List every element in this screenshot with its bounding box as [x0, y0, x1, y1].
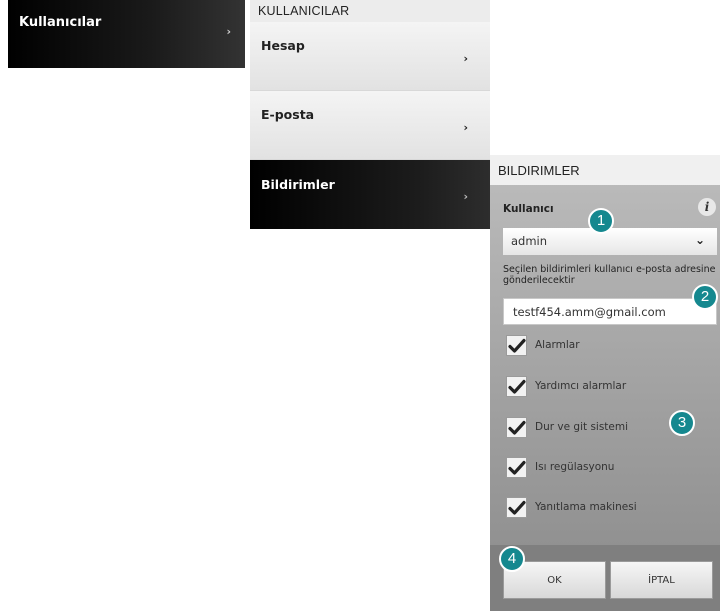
chevron-right-icon: ›: [463, 190, 468, 203]
checkbox[interactable]: [506, 457, 527, 478]
users-item-hesap[interactable]: Hesap ›: [250, 22, 490, 91]
panel-title: KULLANICILAR: [250, 0, 490, 22]
users-item-label: E-posta: [261, 107, 315, 122]
checkbox[interactable]: [506, 497, 527, 518]
checkmark-icon: [508, 460, 526, 475]
option-label: Alarmlar: [535, 339, 580, 351]
option-label: Yanıtlama makinesi: [535, 501, 637, 513]
callout-badge: 4: [499, 546, 525, 572]
panel-title: BILDIRIMLER: [490, 155, 720, 185]
users-item-eposta[interactable]: E-posta ›: [250, 91, 490, 160]
checkbox[interactable]: [506, 417, 527, 438]
checkmark-icon: [508, 338, 526, 353]
chevron-down-icon: ⌄: [694, 233, 705, 247]
users-item-label: Hesap: [261, 38, 305, 53]
users-panel: KULLANICILAR Hesap › E-posta › Bildiriml…: [250, 0, 490, 229]
callout-badge: 2: [692, 284, 718, 310]
checkmark-icon: [508, 500, 526, 515]
user-select[interactable]: admin ⌄: [503, 228, 717, 255]
users-item-bildirimler[interactable]: Bildirimler ›: [250, 160, 490, 229]
email-field[interactable]: testf454.amm@gmail.com: [503, 298, 717, 325]
callout-badge: 1: [588, 208, 614, 234]
option-label: Isı regülasyonu: [535, 461, 615, 473]
checkmark-icon: [508, 379, 526, 394]
users-item-label: Bildirimler: [261, 177, 335, 192]
user-field-label: Kullanıcı: [503, 203, 554, 215]
cancel-button[interactable]: İPTAL: [610, 561, 713, 599]
menu-item-label: Kullanıcılar: [19, 15, 102, 30]
menu-item-kullanicilar[interactable]: Kullanıcılar ›: [8, 0, 245, 68]
option-label: Dur ve git sistemi: [535, 421, 629, 433]
info-icon[interactable]: i: [698, 198, 716, 216]
checkbox[interactable]: [506, 376, 527, 397]
checkbox[interactable]: [506, 335, 527, 356]
callout-badge: 3: [669, 410, 695, 436]
helper-text: Seçilen bildirimleri kullanıcı e-posta a…: [503, 264, 716, 286]
chevron-right-icon: ›: [226, 25, 231, 38]
chevron-right-icon: ›: [463, 52, 468, 65]
chevron-right-icon: ›: [463, 121, 468, 134]
checkmark-icon: [508, 420, 526, 435]
user-select-value: admin: [511, 234, 548, 248]
option-label: Yardımcı alarmlar: [535, 380, 627, 392]
